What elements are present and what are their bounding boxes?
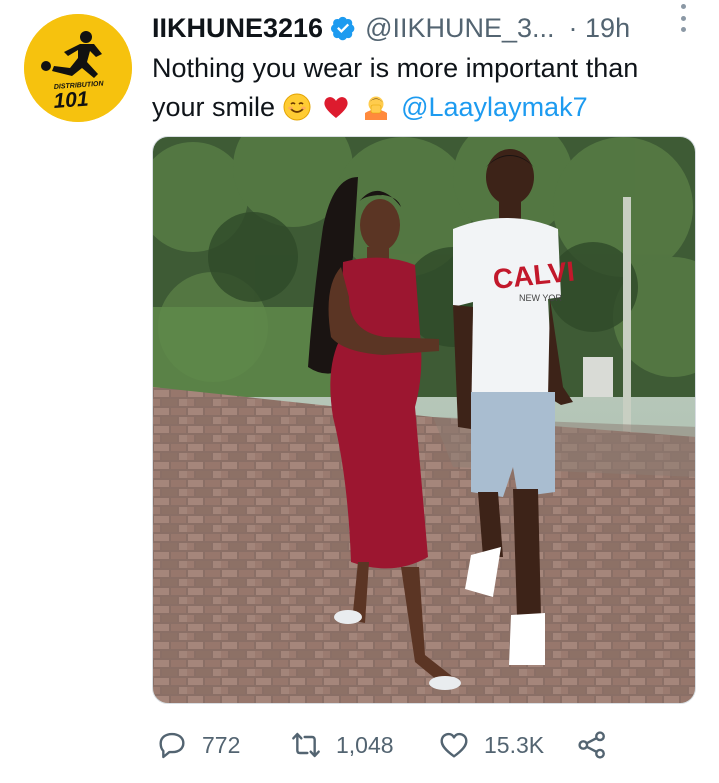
retweet-count: 1,048 [336,731,394,758]
like-button[interactable]: 15.3K [438,729,544,761]
like-count: 15.3K [484,731,545,758]
reply-count: 772 [202,731,241,758]
tweet-text-line-2: your smile @Laaylaymak7 [152,88,712,127]
tweet-photo[interactable]: CALVI NEW YOR [152,136,696,704]
verified-badge-icon [330,15,356,41]
smiling-face-icon [283,93,311,121]
tweet: DISTRIBUTION 101 IIKHUNE3216 @IIKHUNE_3.… [0,0,719,783]
share-icon [576,729,608,761]
display-name[interactable]: IIKHUNE3216 [152,13,323,44]
mention-link[interactable]: @Laaylaymak7 [401,92,588,122]
tweet-header: IIKHUNE3216 @IIKHUNE_3... · 19h [152,10,712,46]
timestamp[interactable]: · 19h [569,13,631,44]
handle[interactable]: @IIKHUNE_3... [365,13,554,44]
reply-icon [156,729,188,761]
more-icon[interactable] [677,4,689,32]
avatar-brand-bottom: 101 [53,88,90,113]
red-heart-icon [322,93,350,121]
retweet-button[interactable]: 1,048 [290,729,394,761]
shirt-print-sub: NEW YOR [519,293,562,303]
retweet-icon [290,729,322,761]
tweet-text-line-1: Nothing you wear is more important than [152,53,639,83]
person-bowing-icon [362,93,390,121]
action-bar: 772 1,048 15.3K [152,722,712,768]
like-icon [438,729,470,761]
avatar[interactable]: DISTRIBUTION 101 [24,14,132,122]
tweet-text: Nothing you wear is more important than … [152,49,712,127]
reply-button[interactable]: 772 [156,729,240,761]
tweet-text-your-smile: your smile [152,92,276,122]
share-button[interactable] [576,729,608,761]
